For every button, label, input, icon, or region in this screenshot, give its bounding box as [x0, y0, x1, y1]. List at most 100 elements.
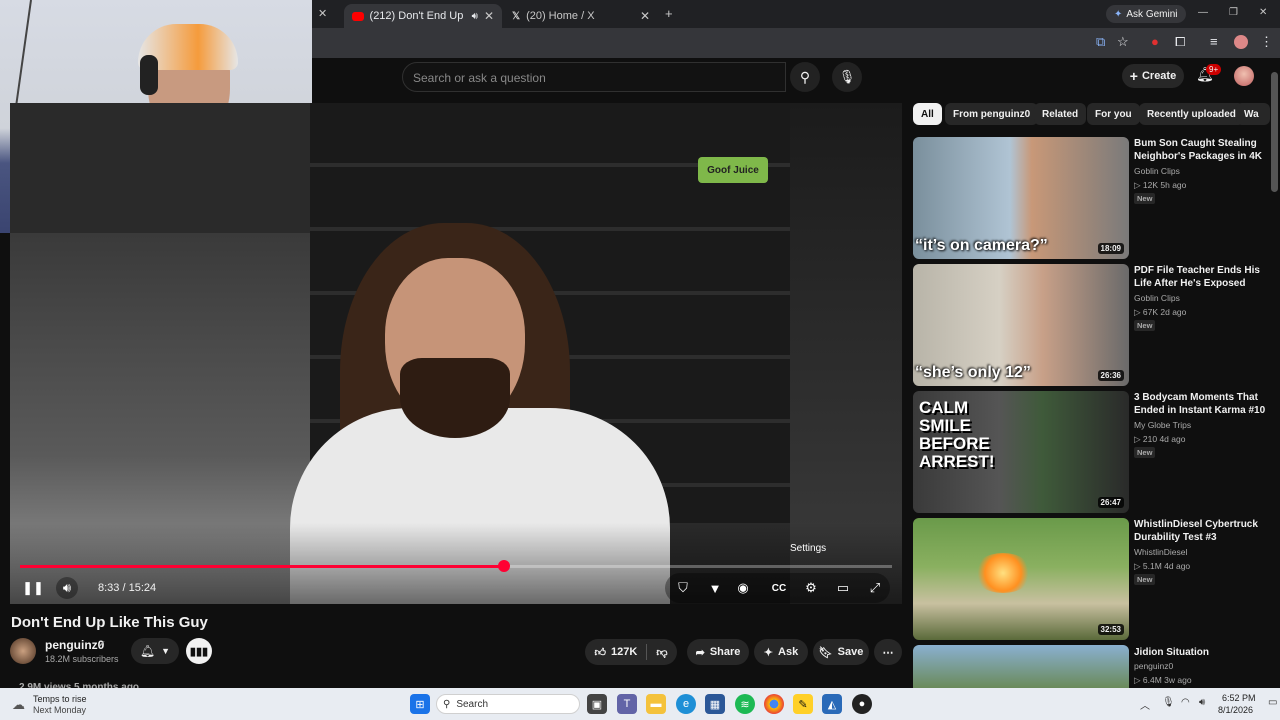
edge-icon[interactable]: e	[676, 694, 696, 714]
captions-icon[interactable]: CC	[767, 576, 791, 600]
rec-thumbnail[interactable]: “it’s on camera?” 18:09	[913, 137, 1129, 259]
weather-line-1[interactable]: Temps to rise	[33, 694, 87, 704]
spotify-icon[interactable]: ≋	[735, 694, 755, 714]
tab-x[interactable]: 𝕏 (20) Home / X ✕	[504, 4, 658, 28]
sticky-notes-icon[interactable]: ✎	[793, 694, 813, 714]
thumbs-down-icon[interactable]: 👎︎	[656, 646, 667, 659]
channel-avatar[interactable]	[10, 638, 36, 664]
extension-icon[interactable]: ●	[1151, 34, 1159, 49]
taskbar-search-label: Search	[456, 698, 489, 710]
tab-title: (212) Don't End Up Like Thi	[369, 10, 466, 22]
clock-date[interactable]: 8/1/2026	[1218, 705, 1253, 715]
progress-scrubber[interactable]	[497, 560, 510, 572]
rec-title[interactable]: WhistlinDiesel Cybertruck Durability Tes…	[1134, 518, 1270, 544]
video-title: Don't End Up Like This Guy	[11, 614, 208, 631]
store-icon[interactable]: ▦	[705, 694, 725, 714]
chrome-menu-icon[interactable]: ⋮	[1260, 34, 1273, 50]
rec-channel[interactable]: WhistlinDiesel	[1134, 547, 1187, 557]
file-explorer-icon[interactable]: ▬	[646, 694, 666, 714]
task-view-icon[interactable]: ▣	[587, 694, 607, 714]
bookmark-star-icon[interactable]: ☆	[1117, 34, 1129, 50]
notification-center-icon[interactable]: ▭	[1268, 697, 1277, 708]
chip-recently-uploaded[interactable]: Recently uploaded	[1139, 103, 1244, 125]
account-avatar[interactable]	[1234, 66, 1254, 86]
chip-watched[interactable]: Wa	[1236, 103, 1270, 125]
rec-thumbnail[interactable]: 32:53	[913, 518, 1129, 640]
volume-icon[interactable]: 🔊︎	[56, 577, 78, 599]
video-player[interactable]: Goof Juice ❚❚ 🔊︎ 8:33 / 15:24 ⛉ ▼ ◉ CC ⚙…	[10, 103, 902, 604]
share-button[interactable]: ➦ Share	[687, 639, 749, 665]
rec-thumbnail[interactable]: CALM SMILE BEFORE ARREST! 26:47	[913, 391, 1129, 513]
tray-volume-icon[interactable]: 🔊︎	[1199, 697, 1205, 708]
video-duration: 18:09	[1097, 243, 1124, 254]
reading-list-icon[interactable]: ≡	[1210, 34, 1218, 49]
teams-icon[interactable]: T	[617, 694, 637, 714]
shield-icon[interactable]: ⛉	[671, 576, 695, 600]
equalizer-button[interactable]: ▮▮▮	[186, 638, 212, 664]
video-watermark-sign: Goof Juice	[698, 157, 768, 183]
rec-title[interactable]: PDF File Teacher Ends His Life After He'…	[1134, 264, 1270, 290]
rec-title[interactable]: Bum Son Caught Stealing Neighbor's Packa…	[1134, 137, 1270, 163]
new-badge: New	[1134, 320, 1156, 331]
rec-channel[interactable]: Goblin Clips	[1134, 166, 1180, 176]
photos-icon[interactable]: ◭	[822, 694, 842, 714]
close-tab-icon[interactable]: ✕	[640, 9, 650, 23]
rec-thumbnail[interactable]	[913, 645, 1129, 688]
rec-channel[interactable]: penguinz0	[1134, 661, 1173, 671]
sponsorblock-icon[interactable]: ▼	[703, 576, 727, 600]
tray-wifi-icon[interactable]: ◠	[1181, 697, 1190, 708]
like-button[interactable]: 👍︎ 127K	[595, 646, 638, 659]
video-duration: 26:36	[1097, 370, 1124, 381]
chip-from-penguinz0[interactable]: From penguinz0	[945, 103, 1039, 125]
ask-label: Ask	[778, 646, 799, 658]
windows-start-icon[interactable]: ⊞	[410, 694, 430, 714]
close-tab-icon[interactable]: ✕	[484, 9, 494, 23]
close-tab-icon[interactable]: ✕	[318, 7, 327, 20]
save-button[interactable]: 🔖︎ Save	[813, 639, 869, 665]
obs-icon[interactable]: ●	[852, 694, 872, 714]
microphone-icon[interactable]: 🎙︎	[832, 62, 862, 92]
chrome-icon[interactable]	[764, 694, 784, 714]
speaker-icon[interactable]: 🔊︎	[472, 11, 478, 22]
channel-name[interactable]: penguinz0	[45, 638, 104, 652]
pause-icon[interactable]: ❚❚	[22, 577, 44, 599]
profile-avatar-icon[interactable]	[1234, 35, 1248, 49]
video-duration: 26:47	[1097, 497, 1124, 508]
progress-bar-played	[20, 565, 504, 568]
chip-for-you[interactable]: For you	[1087, 103, 1140, 125]
chip-all[interactable]: All	[913, 103, 942, 125]
rec-thumbnail[interactable]: “she’s only 12” 26:36	[913, 264, 1129, 386]
rec-title[interactable]: Jidion Situation	[1134, 646, 1270, 659]
search-input[interactable]: Search or ask a question	[402, 62, 786, 92]
minimize-button[interactable]: —	[1198, 7, 1208, 18]
close-window-button[interactable]: ✕	[1259, 7, 1267, 18]
page-scrollbar[interactable]	[1271, 72, 1278, 192]
weather-icon[interactable]: ☁	[12, 697, 25, 713]
tray-mic-icon[interactable]: 🎙︎	[1162, 697, 1175, 708]
tab-youtube[interactable]: (212) Don't End Up Like Thi 🔊︎ ✕	[344, 4, 502, 28]
fullscreen-icon[interactable]: ⤢	[863, 576, 887, 600]
chip-related[interactable]: Related	[1034, 103, 1087, 125]
restore-button[interactable]: ❐	[1229, 7, 1238, 18]
ask-button[interactable]: ✦ Ask	[754, 639, 808, 665]
subscribed-bell-button[interactable]: 🔔︎ ▼	[131, 638, 179, 664]
clock-time[interactable]: 6:52 PM	[1222, 693, 1256, 703]
ask-gemini-button[interactable]: ✦ Ask Gemini	[1106, 5, 1186, 23]
search-icon[interactable]: ⚲	[790, 62, 820, 92]
more-actions-icon[interactable]: ⋯	[874, 639, 902, 665]
rec-title[interactable]: 3 Bodycam Moments That Ended in Instant …	[1134, 391, 1270, 417]
translate-icon[interactable]: ⧉	[1096, 34, 1105, 50]
new-tab-button[interactable]: +	[665, 6, 673, 21]
thumbnail-caption: CALM SMILE BEFORE ARREST!	[919, 399, 1011, 471]
rec-channel[interactable]: Goblin Clips	[1134, 293, 1180, 303]
autoplay-toggle-icon[interactable]: ◉	[731, 576, 755, 600]
weather-line-2[interactable]: Next Monday	[33, 705, 86, 715]
tray-overflow-icon[interactable]: ︿	[1140, 697, 1150, 712]
theater-mode-icon[interactable]: ▭	[831, 576, 855, 600]
create-button[interactable]: + Create	[1122, 64, 1184, 88]
taskbar-search[interactable]: ⚲ Search	[436, 694, 580, 714]
sparkle-icon: ✦	[763, 646, 774, 659]
settings-gear-icon[interactable]: ⚙	[799, 576, 823, 600]
rec-channel[interactable]: My Globe Trips	[1134, 420, 1191, 430]
extensions-puzzle-icon[interactable]: ⧠	[1175, 34, 1185, 50]
